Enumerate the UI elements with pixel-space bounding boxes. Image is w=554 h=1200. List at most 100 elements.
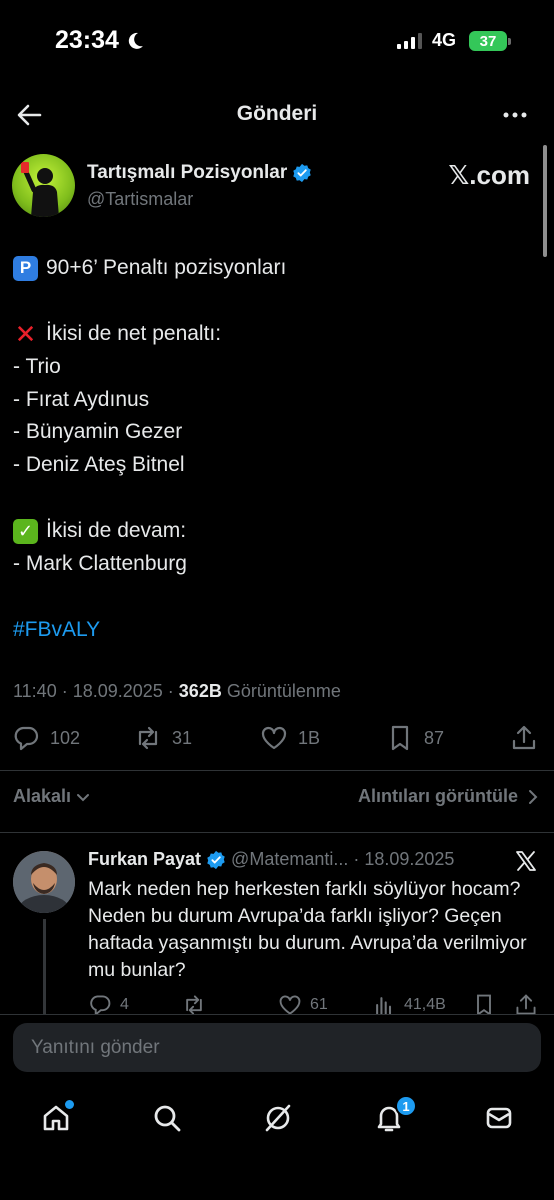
reply-composer[interactable] — [13, 1023, 541, 1072]
view-count: 362B — [178, 681, 222, 701]
chevron-right-icon — [529, 789, 538, 804]
grok-icon — [265, 1104, 291, 1132]
moon-icon — [128, 32, 143, 49]
nav-home[interactable] — [36, 1098, 76, 1138]
bookmark-button[interactable]: 87 — [386, 724, 444, 752]
tweet-line-text: İkisi de devam: — [46, 519, 187, 543]
reply-icon — [90, 995, 111, 1015]
reply-author-name[interactable]: Furkan Payat — [88, 849, 201, 870]
share-icon — [512, 725, 536, 750]
repost-count: 31 — [172, 727, 193, 748]
tweet-meta: 11:40 · 18.09.2025 · 362B Görüntülenme — [13, 681, 341, 702]
reply-author-handle[interactable]: @Matemanti... — [231, 849, 348, 870]
avatar[interactable] — [12, 154, 75, 217]
action-bar: 102 31 1B 87 — [12, 724, 542, 760]
bookmark-icon — [391, 725, 409, 751]
tweet-text: P 90+6’ Penaltı pozisyonları ✕ İkisi de … — [13, 252, 533, 647]
reply-icon — [14, 726, 39, 751]
nav-messages[interactable] — [479, 1098, 519, 1138]
bookmark-button[interactable] — [472, 993, 496, 1015]
author-name-text: Tartışmalı Pozisyonlar — [87, 162, 288, 183]
heart-icon — [279, 995, 301, 1015]
tweet-line-text: 90+6’ Penaltı pozisyonları — [46, 256, 287, 279]
sort-label: Alakalı — [13, 786, 72, 806]
hashtag-link[interactable]: #FBvALY — [13, 614, 100, 647]
tweet-line: - Mark Clattenburg — [13, 552, 187, 576]
bottom-nav: 1 — [0, 1084, 554, 1200]
divider — [0, 770, 554, 771]
battery-icon: 37 — [469, 31, 511, 51]
avatar[interactable] — [13, 851, 75, 913]
view-quotes-link[interactable]: Alıntıları görüntüle — [358, 786, 540, 807]
person-photo-icon — [13, 851, 75, 913]
share-icon — [516, 994, 536, 1015]
tweet-line: - Trio — [13, 354, 61, 378]
bookmark-count: 87 — [424, 727, 445, 748]
thread-line — [43, 919, 46, 1015]
battery-level: 37 — [479, 32, 497, 50]
like-button[interactable]: 1B — [260, 724, 320, 752]
like-count: 61 — [310, 996, 328, 1013]
author-handle[interactable]: @Tartismalar — [87, 189, 193, 210]
clock: 23:34 — [55, 26, 119, 54]
like-button[interactable]: 61 — [278, 993, 328, 1015]
reply-header: Furkan Payat @Matemanti... · 18.09.2025 — [88, 849, 454, 870]
repost-icon — [186, 995, 202, 1015]
chevron-down-icon — [77, 793, 90, 801]
view-quotes-label: Alıntıları görüntüle — [358, 786, 518, 806]
reply-tweet[interactable]: Furkan Payat @Matemanti... · 18.09.2025 … — [0, 835, 554, 1015]
tweet-line: - Deniz Ateş Bitnel — [13, 453, 185, 477]
top-bar: Gönderi — [0, 90, 554, 140]
views-button[interactable]: 41,4B — [372, 993, 446, 1015]
nav-notifications[interactable]: 1 — [369, 1095, 417, 1138]
analytics-icon — [376, 997, 392, 1015]
parking-emoji-icon: P — [13, 255, 38, 281]
reply-input[interactable] — [13, 1023, 541, 1072]
heart-icon — [261, 726, 287, 750]
nav-grok[interactable] — [258, 1098, 298, 1138]
reply-button[interactable]: 102 — [12, 724, 80, 752]
divider — [0, 832, 554, 833]
tweet-timestamp[interactable]: 11:40 · 18.09.2025 · — [13, 681, 179, 701]
scrollbar[interactable] — [543, 145, 547, 257]
source-watermark: 𝕏.com — [448, 160, 530, 190]
more-icon[interactable] — [500, 100, 530, 130]
repost-icon — [138, 726, 158, 750]
author-name[interactable]: Tartışmalı Pozisyonlar — [87, 162, 312, 184]
page-title: Gönderi — [236, 102, 318, 125]
share-button[interactable] — [510, 724, 538, 752]
bookmark-icon — [477, 994, 491, 1015]
check-mark-emoji-icon: ✓ — [13, 519, 38, 545]
reply-date: · 18.09.2025 — [353, 849, 455, 869]
repost-button[interactable] — [182, 993, 206, 1015]
share-button[interactable] — [514, 993, 538, 1015]
signal-icon — [397, 32, 422, 49]
reply-text: Mark neden hep herkesten farklı söylüyor… — [88, 878, 527, 981]
nav-search[interactable] — [147, 1098, 187, 1138]
verified-badge-icon — [293, 163, 312, 183]
tweet-line: ✕ İkisi de net penaltı: — [13, 318, 533, 351]
reply-sort-row: Alakalı Alıntıları görüntüle — [13, 786, 540, 814]
tweet-line: #FBvALY — [13, 614, 533, 647]
reply-action-bar: 4 61 41,4B — [88, 993, 538, 1015]
reply-button[interactable]: 4 — [88, 993, 129, 1015]
referee-figure-icon — [21, 162, 59, 217]
view-label: Görüntülenme — [221, 681, 341, 701]
repost-button[interactable]: 31 — [134, 724, 192, 752]
verified-badge-icon — [207, 850, 225, 869]
sort-dropdown[interactable]: Alakalı — [13, 786, 91, 807]
tweet-line-text: İkisi de net penaltı: — [46, 321, 222, 345]
mail-icon — [486, 1107, 512, 1129]
cross-mark-emoji-icon: ✕ — [14, 318, 37, 349]
reply-count: 4 — [120, 996, 129, 1013]
search-icon — [154, 1105, 181, 1132]
tweet-line: - Bünyamin Gezer — [13, 420, 183, 444]
tweet-line: P 90+6’ Penaltı pozisyonları — [13, 252, 533, 285]
network-type: 4G — [432, 30, 457, 50]
like-count: 1B — [298, 727, 321, 748]
reply-count: 102 — [50, 727, 81, 748]
home-notification-dot — [65, 1100, 74, 1109]
